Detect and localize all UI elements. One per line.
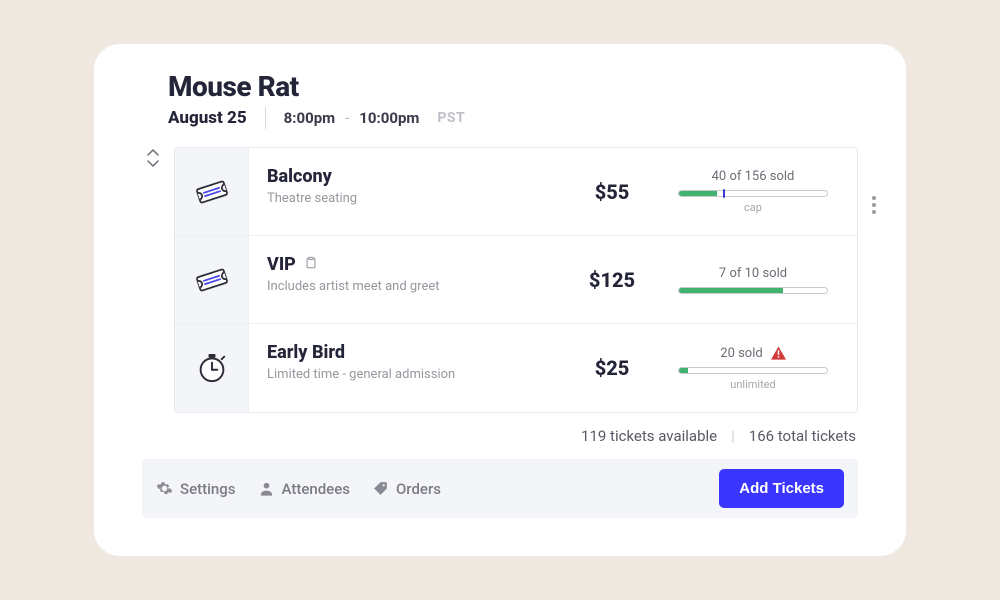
progress-bar [678, 367, 828, 374]
person-icon [258, 480, 275, 497]
ticket-icon [175, 236, 249, 323]
event-header: Mouse Rat August 25 8:00pm - 10:00pm PST [142, 70, 858, 129]
cap-marker [723, 189, 725, 198]
progress-fill [679, 191, 717, 196]
ticket-desc: Theatre seating [267, 191, 549, 206]
ticket-totals: 119 tickets available | 166 total ticket… [142, 427, 858, 445]
event-card: Mouse Rat August 25 8:00pm - 10:00pm PST [94, 44, 906, 556]
sort-control[interactable] [142, 147, 164, 413]
sold-label: 7 of 10 sold [719, 266, 787, 281]
add-tickets-button[interactable]: Add Tickets [719, 469, 844, 508]
ticket-info: Early Bird Limited time - general admiss… [249, 324, 557, 412]
ticket-desc: Includes artist meet and greet [267, 279, 549, 294]
clock-icon [175, 324, 249, 412]
ticket-progress: 7 of 10 sold [667, 236, 857, 323]
start-time: 8:00pm [284, 109, 335, 127]
end-time: 10:00pm [359, 109, 419, 127]
timezone-label: PST [437, 110, 465, 126]
ticket-price: $125 [557, 236, 667, 323]
tickets-available: 119 tickets available [581, 427, 717, 445]
card-footer: Settings Attendees Orders Add Tickets [142, 459, 858, 518]
ticket-row[interactable]: Early Bird Limited time - general admiss… [175, 324, 857, 412]
footer-links: Settings Attendees Orders [156, 480, 441, 498]
ticket-name: VIP [267, 254, 296, 275]
ticket-row[interactable]: VIP Includes artist meet and greet $125 … [175, 236, 857, 324]
unlimited-label: unlimited [730, 378, 775, 391]
ticket-price: $25 [557, 324, 667, 412]
event-subhead: August 25 8:00pm - 10:00pm PST [168, 107, 858, 129]
ticket-info: Balcony Theatre seating [249, 148, 557, 235]
sold-label: 40 of 156 sold [712, 169, 795, 184]
chevron-down-icon [147, 159, 159, 167]
progress-fill [679, 368, 688, 373]
sold-label: 20 sold [720, 346, 762, 361]
event-times: 8:00pm - 10:00pm [284, 109, 420, 127]
ticket-desc: Limited time - general admission [267, 367, 549, 382]
ticket-progress: 40 of 156 sold cap [667, 148, 857, 235]
tag-icon [372, 480, 389, 497]
ticket-name: Early Bird [267, 342, 345, 363]
chevron-up-icon [147, 149, 159, 157]
divider: | [731, 427, 735, 445]
clipboard-icon [304, 254, 318, 275]
event-date: August 25 [168, 108, 247, 128]
ticket-info: VIP Includes artist meet and greet [249, 236, 557, 323]
warning-icon [771, 346, 786, 360]
divider [265, 107, 266, 129]
more-menu-icon[interactable] [866, 190, 882, 220]
gear-icon [156, 480, 173, 497]
orders-label: Orders [396, 480, 441, 498]
settings-label: Settings [180, 480, 236, 498]
progress-bar [678, 190, 828, 197]
ticket-icon [175, 148, 249, 235]
ticket-row[interactable]: Balcony Theatre seating $55 40 of 156 so… [175, 148, 857, 236]
ticket-list: Balcony Theatre seating $55 40 of 156 so… [174, 147, 858, 413]
progress-fill [679, 288, 783, 293]
orders-link[interactable]: Orders [372, 480, 441, 498]
time-dash: - [345, 109, 349, 127]
attendees-link[interactable]: Attendees [258, 480, 350, 498]
settings-link[interactable]: Settings [156, 480, 236, 498]
attendees-label: Attendees [282, 480, 350, 498]
ticket-name: Balcony [267, 166, 332, 187]
progress-bar [678, 287, 828, 294]
ticket-progress: 20 sold unlimited [667, 324, 857, 412]
ticket-price: $55 [557, 148, 667, 235]
tickets-total: 166 total tickets [749, 427, 856, 445]
cap-label: cap [744, 201, 762, 214]
tickets-pane: Balcony Theatre seating $55 40 of 156 so… [142, 147, 858, 413]
event-title: Mouse Rat [168, 70, 858, 103]
